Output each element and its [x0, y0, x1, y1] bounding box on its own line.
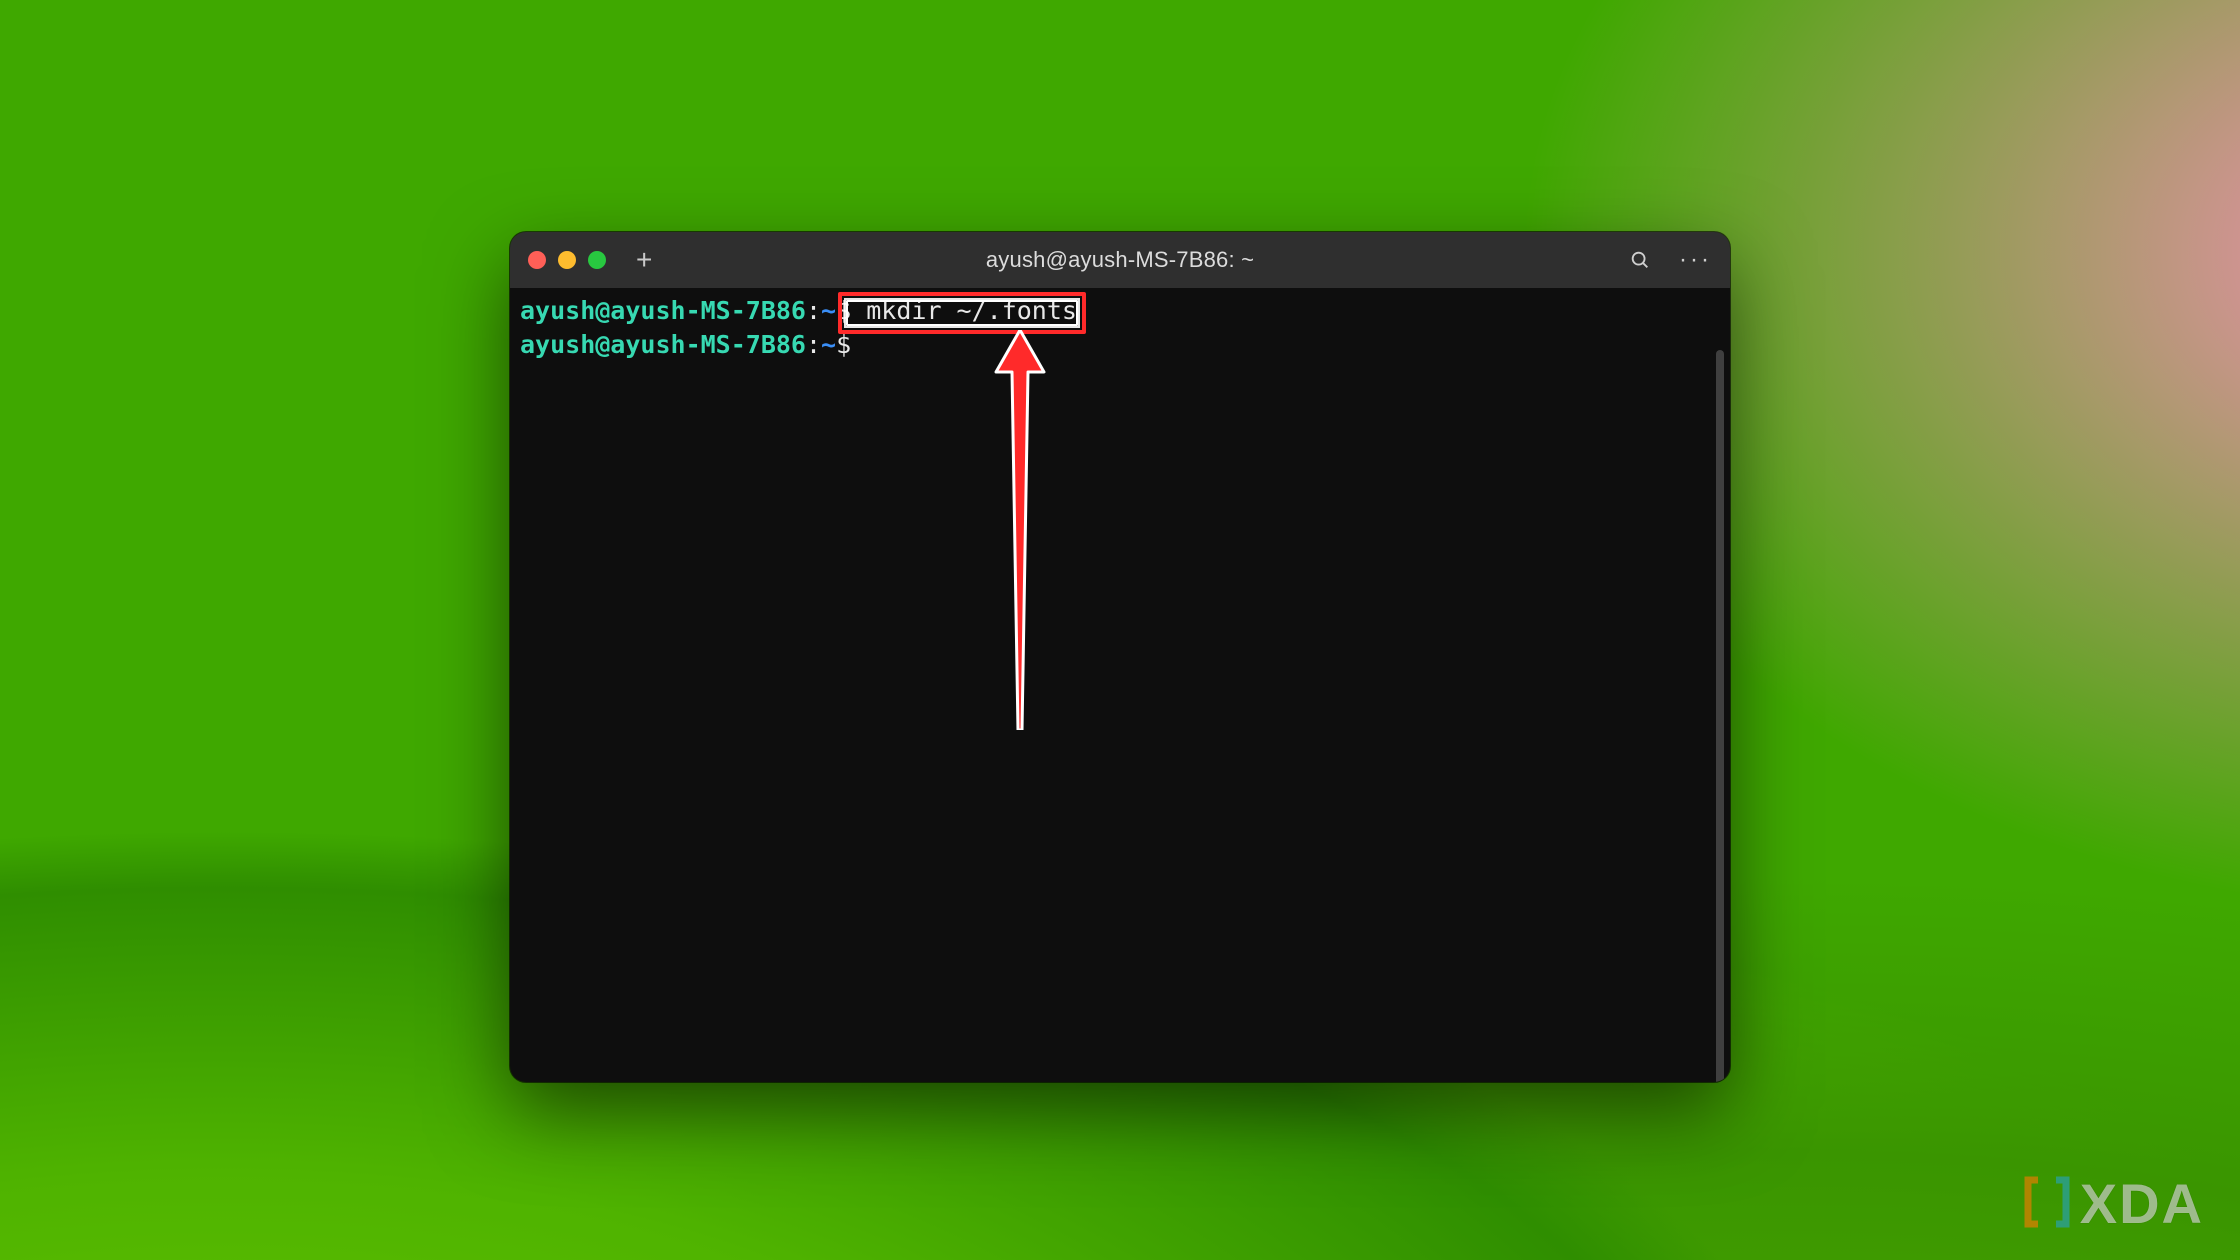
- maximize-icon[interactable]: [588, 251, 606, 269]
- window-titlebar[interactable]: + ayush@ayush-MS-7B86: ~ ···: [510, 232, 1730, 288]
- prompt-symbol: $: [836, 330, 851, 359]
- annotation-highlight-box: [838, 292, 1086, 334]
- prompt-user-host: ayush@ayush-MS-7B86: [520, 296, 806, 325]
- terminal-window[interactable]: + ayush@ayush-MS-7B86: ~ ··· ayush@ayush…: [510, 232, 1730, 1082]
- prompt-user-host: ayush@ayush-MS-7B86: [520, 330, 806, 359]
- prompt-colon: :: [806, 296, 821, 325]
- window-title: ayush@ayush-MS-7B86: ~: [986, 247, 1254, 273]
- window-controls: [528, 251, 606, 269]
- window-menu-icon[interactable]: ···: [1679, 248, 1712, 272]
- xda-watermark: XDA: [2024, 1169, 2204, 1234]
- xda-bracket-icon: [2024, 1176, 2070, 1228]
- prompt-colon: :: [806, 330, 821, 359]
- prompt-path: ~: [821, 296, 836, 325]
- prompt-path: ~: [821, 330, 836, 359]
- xda-watermark-text: XDA: [2080, 1171, 2204, 1236]
- terminal-body[interactable]: ayush@ayush-MS-7B86:~$ mkdir ~/.fonts ay…: [510, 288, 1730, 1082]
- new-tab-button[interactable]: +: [636, 246, 652, 274]
- search-icon[interactable]: [1629, 249, 1651, 271]
- terminal-scrollbar[interactable]: [1716, 350, 1724, 1082]
- close-icon[interactable]: [528, 251, 546, 269]
- minimize-icon[interactable]: [558, 251, 576, 269]
- terminal-line: ayush@ayush-MS-7B86:~$ mkdir ~/.fonts: [520, 294, 1720, 328]
- screenshot-root: + ayush@ayush-MS-7B86: ~ ··· ayush@ayush…: [0, 0, 2240, 1260]
- terminal-line: ayush@ayush-MS-7B86:~$: [520, 328, 1720, 362]
- annotation-highlight-inner: [846, 300, 1078, 326]
